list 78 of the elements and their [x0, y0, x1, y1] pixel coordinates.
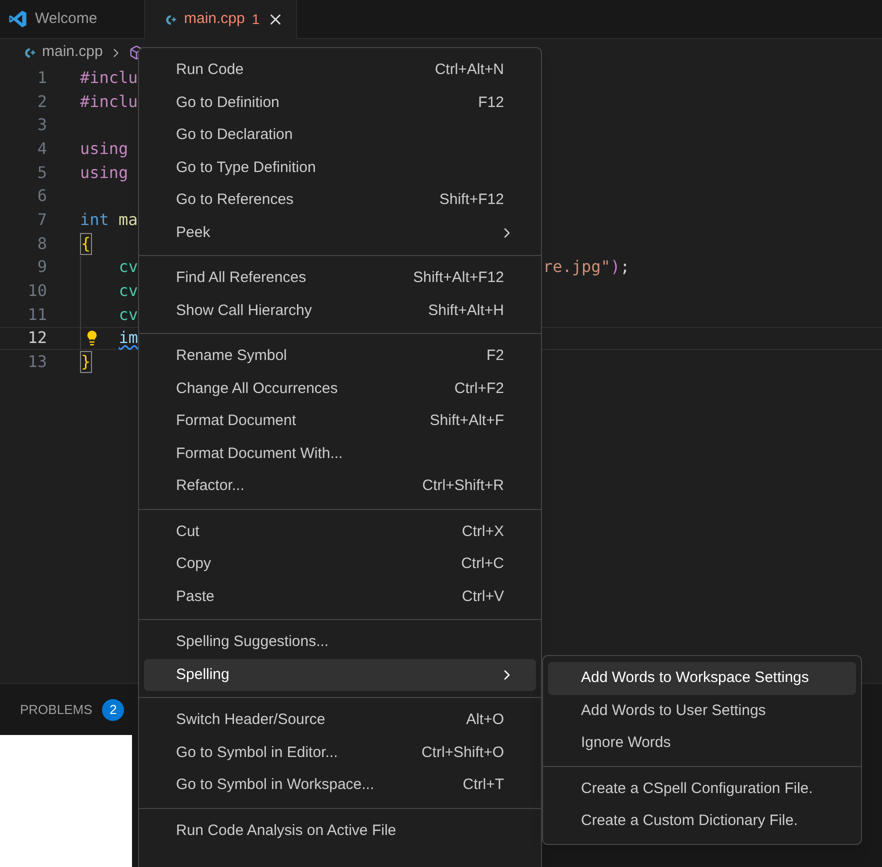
line-number: 13: [26, 351, 47, 374]
menu-item[interactable]: Go to Type Definition: [144, 152, 536, 184]
menu-item[interactable]: Create a Custom Dictionary File.: [548, 805, 856, 838]
menu-item[interactable]: Switch Header/Source Alt+O: [144, 704, 536, 736]
shortcut-label: Shift+Alt+F: [430, 411, 504, 431]
shortcut-label: Shift+Alt+H: [428, 300, 504, 320]
menu-item[interactable]: Copy Ctrl+C: [144, 548, 536, 580]
editor-tab[interactable]: main.cpp 1: [145, 0, 297, 39]
shortcut-label: F2: [486, 346, 504, 366]
menu-item[interactable]: Add Words to Workspace Settings: [548, 662, 856, 694]
menu-item[interactable]: Show Call Hierarchy Shift+Alt+H: [144, 294, 536, 327]
shortcut-label: Ctrl+Alt+N: [434, 60, 504, 80]
menu-item[interactable]: Refactor... Ctrl+Shift+R: [144, 470, 536, 502]
shortcut-label: Ctrl+Shift+O: [421, 742, 504, 762]
cpp-file-icon: [163, 12, 177, 26]
code-token: using: [80, 162, 128, 184]
line-number: 10: [26, 280, 47, 302]
code-token: ma: [118, 208, 138, 231]
shortcut-label: Ctrl+F2: [454, 378, 504, 398]
menu-item[interactable]: Spelling Suggestions...: [144, 626, 536, 658]
code-token: ): [610, 256, 620, 278]
menu-item[interactable]: Peek: [144, 216, 536, 249]
menu-item[interactable]: Add Words to User Settings: [548, 694, 856, 727]
menu-item[interactable]: Format Document Shift+Alt+F: [144, 405, 536, 438]
menu-item[interactable]: Run Code Ctrl+Alt+N: [144, 54, 536, 86]
menu-item[interactable]: Paste Ctrl+V: [144, 580, 536, 613]
panel-tab[interactable]: PROBLEMS: [20, 700, 92, 720]
code-token: }: [80, 351, 92, 374]
code-token: cv: [118, 280, 138, 302]
shortcut-label: Shift+F12: [439, 190, 504, 210]
code-token: re.jpg": [543, 256, 610, 278]
shortcut-label: Ctrl+X: [462, 522, 504, 542]
menu-item[interactable]: Rename Symbol F2: [144, 340, 536, 372]
line-number: 1: [36, 66, 47, 89]
menu-item[interactable]: Find All References Shift+Alt+F12: [144, 262, 536, 294]
line-number: 8: [36, 232, 47, 255]
line-number: 4: [36, 138, 47, 160]
menu-item[interactable]: Format Document With...: [144, 438, 536, 470]
line-number: 7: [36, 208, 47, 231]
menu-item[interactable]: Go to Definition F12: [144, 86, 536, 119]
line-number: 5: [36, 162, 47, 184]
code-editor-logo-icon: [8, 9, 28, 29]
menu-item[interactable]: Change All Occurrences Ctrl+F2: [144, 372, 536, 405]
problem-count: 1: [252, 10, 260, 29]
menu-item[interactable]: Run Code Analysis on Active File: [144, 814, 536, 847]
code-token: int: [80, 208, 109, 231]
code-token: using: [80, 138, 128, 160]
breadcrumb-item[interactable]: main.cpp: [42, 41, 103, 64]
line-number: 3: [36, 114, 47, 136]
line-number: 11: [26, 304, 47, 326]
cpp-file-icon: [22, 46, 36, 60]
code-token: cv: [118, 304, 138, 326]
code-token: #inclu: [80, 90, 138, 113]
menu-item[interactable]: Ignore Words: [548, 727, 856, 760]
code-token: ;: [620, 256, 630, 278]
shortcut-label: Ctrl+T: [462, 775, 504, 795]
menu-item[interactable]: Cut Ctrl+X: [144, 516, 536, 548]
shortcut-label: F12: [478, 92, 504, 112]
line-number: 9: [36, 256, 47, 278]
menu-item[interactable]: Go to Declaration: [144, 119, 536, 152]
menu-item[interactable]: Go to Symbol in Editor... Ctrl+Shift+O: [144, 736, 536, 769]
code-token: {: [80, 232, 92, 255]
line-number: 12: [26, 327, 47, 350]
shortcut-label: Ctrl+Shift+R: [422, 476, 504, 496]
menu-item[interactable]: Go to Symbol in Workspace... Ctrl+T: [144, 769, 536, 802]
menu-item[interactable]: Spelling: [144, 658, 536, 691]
count-badge: 2: [102, 698, 124, 720]
shortcut-label: Shift+Alt+F12: [413, 268, 504, 288]
menu-item[interactable]: Create a CSpell Configuration File.: [548, 772, 856, 805]
line-number: 2: [36, 90, 47, 113]
shortcut-label: Alt+O: [466, 710, 504, 730]
shortcut-label: Ctrl+V: [462, 586, 504, 606]
code-token: #inclu: [80, 66, 138, 89]
menu-item[interactable]: Go to References Shift+F12: [144, 184, 536, 216]
code-token: im: [118, 327, 138, 350]
shortcut-label: Ctrl+C: [461, 554, 504, 574]
line-number: 6: [36, 185, 47, 208]
code-token: cv: [118, 256, 138, 278]
